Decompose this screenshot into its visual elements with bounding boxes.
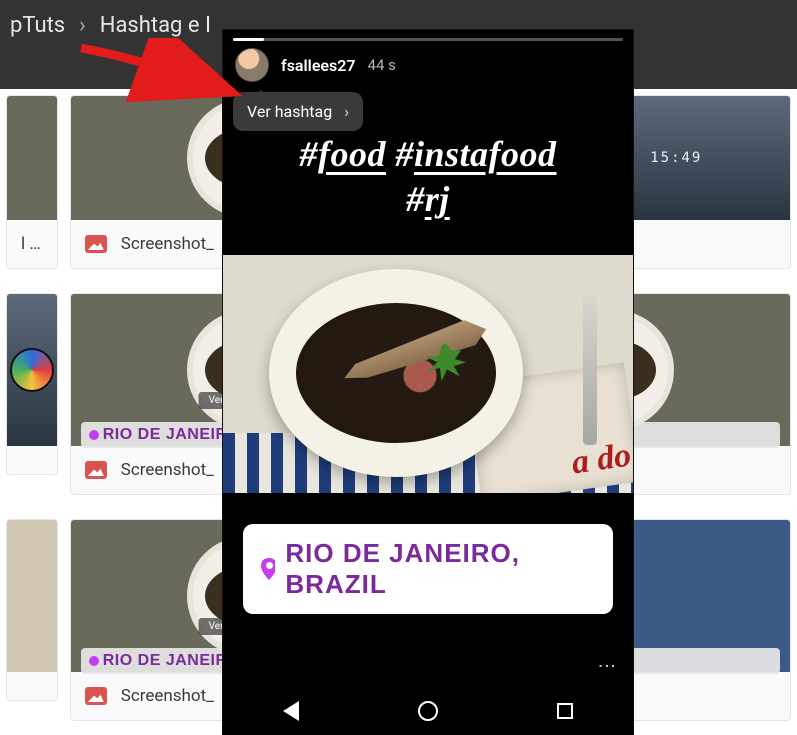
file-name: Screenshot_ [121,460,214,480]
image-icon [85,235,107,253]
location-sticker[interactable]: RIO DE JANEIRO, BRAZIL [243,524,613,614]
pin-icon [89,430,99,440]
android-navbar [223,687,633,735]
home-button[interactable] [412,695,444,727]
ver-hashtag-tooltip[interactable]: Ver hashtag › [233,92,363,131]
pin-icon [89,656,99,666]
back-button[interactable] [275,695,307,727]
file-name: Screenshot_ [121,234,214,254]
file-name: Screenshot_ [121,686,214,706]
hashtag-rj[interactable]: #rj [406,179,450,219]
location-text: RIO DE JANEIRO, BRAZIL [285,538,595,600]
hashtag-instafood[interactable]: #instafood [395,134,556,174]
recents-button[interactable] [549,695,581,727]
story-progress [233,38,623,41]
username[interactable]: fsallees27 [281,56,356,75]
thumbnail[interactable] [7,96,57,220]
story-timestamp: 44 s [368,56,396,74]
breadcrumb-sep: › [79,13,86,38]
image-icon [85,687,107,705]
more-options-icon[interactable]: ⋮ [596,657,617,677]
story-photo: a do [223,255,633,493]
story-header: fsallees27 44 s [235,48,396,82]
thumbnail[interactable] [7,520,57,672]
rice [296,303,496,443]
breadcrumb-item-2[interactable]: Hashtag e I [100,13,211,38]
thumbnail[interactable] [7,294,57,446]
napkin-text: a do [569,437,633,483]
breadcrumb-item-1[interactable]: pTuts [10,13,65,38]
pin-icon [261,558,275,580]
knife [583,295,597,445]
file-name: l … [21,234,41,254]
clock-time: 15:49 [650,150,702,166]
plate [269,269,523,477]
wheel-icon [10,348,54,392]
chevron-right-icon: › [344,102,349,121]
fish [337,311,492,395]
avatar[interactable] [235,48,269,82]
tooltip-label: Ver hashtag [247,102,332,121]
hashtag-food[interactable]: #food [299,134,386,174]
instagram-story[interactable]: fsallees27 44 s Ver hashtag › #food #ins… [223,30,633,735]
image-icon [85,461,107,479]
hashtags: #food #instafood #rj [223,132,633,222]
